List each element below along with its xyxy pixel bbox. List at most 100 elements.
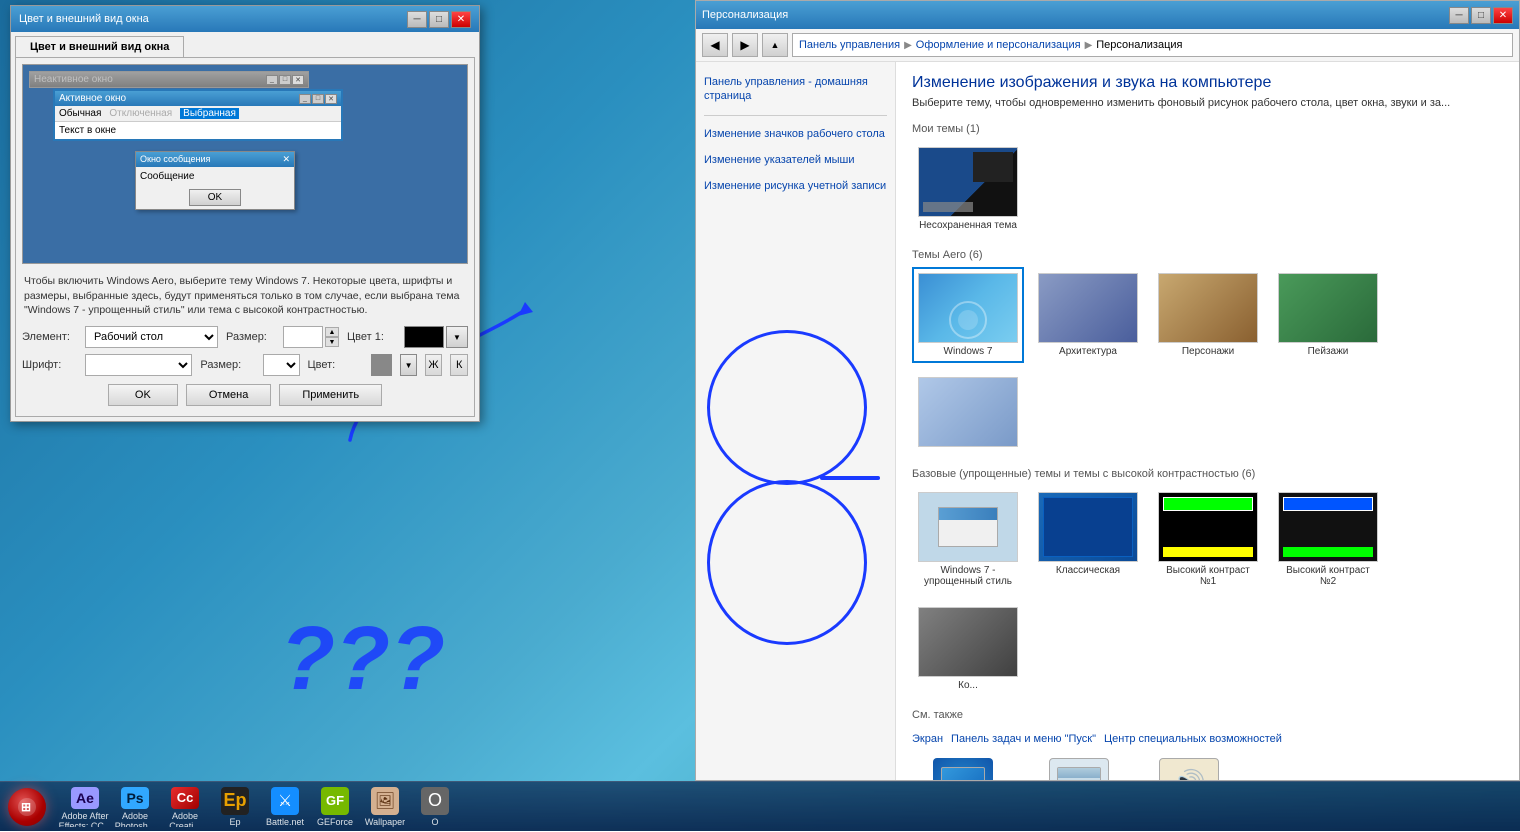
theme-thumb-arch [1038,273,1138,343]
taskbar-app-geforce[interactable]: GF GEForce [312,787,358,827]
theme-item-ko[interactable]: Ко... [912,601,1024,697]
see-also-section: См. также Экран Панель задач и меню "Пус… [912,709,1503,749]
sidebar-item-account[interactable]: Изменение рисунка учетной записи [704,176,887,196]
taskbar: ⊞ Ae Adobe AfterEffects: CC... Ps AdobeP… [0,781,1520,831]
mini-minimize: _ [266,75,278,85]
taskbar-app-ps[interactable]: Ps AdobePhotosh... [112,787,158,827]
preview-text: Текст в окне [55,122,341,139]
theme-item-arch[interactable]: Архитектура [1032,267,1144,363]
breadcrumb-sep2: ▶ [1085,40,1093,51]
spinbox-up[interactable]: ▲ [325,327,339,337]
taskbar-app-ae[interactable]: Ae Adobe AfterEffects: CC... [62,787,108,827]
taskbar-app-ep[interactable]: Ep Ep [212,787,258,827]
size-spinbox[interactable] [283,326,323,348]
also-screen[interactable]: Экран [912,729,943,749]
theme-thumb-unsaved [918,147,1018,217]
breadcrumb-personalization: Персонализация [1096,39,1182,51]
msgbox-close: ✕ [282,154,290,165]
msgbox-title: Окно сообщения ✕ [136,152,294,167]
spinbox-down[interactable]: ▼ [325,337,339,347]
cp-minimize-button[interactable]: ─ [1449,7,1469,24]
theme-item-landscapes[interactable]: Пейзажи [1272,267,1384,363]
question-marks-annotation: ??? [280,608,445,711]
up-button[interactable]: ▲ [762,33,788,57]
forward-button[interactable]: ▶ [732,33,758,57]
cc-icon: Cc [171,787,199,809]
taskbar-app-battlenet[interactable]: ⚔ Battle.net [262,787,308,827]
color1-dropdown[interactable]: ▼ [446,326,468,348]
bottom-item-bg[interactable]: Фон рабочего стола Harmony [912,758,1014,780]
dialog-tabs: Цвет и внешний вид окна [11,32,479,57]
color1-box[interactable] [404,326,444,348]
tab-color-appearance[interactable]: Цвет и внешний вид окна [15,36,184,57]
theme-label-classic: Классическая [1056,565,1120,576]
cp-titlebar[interactable]: Персонализация ─ □ ✕ [696,1,1519,29]
also-links: Экран Панель задач и меню "Пуск" Центр с… [912,729,1503,749]
menu-disabled: Отключенная [109,108,172,119]
theme-label-win7classic: Windows 7 - упрощенный стиль [918,565,1018,587]
theme-item-unsaved[interactable]: Несохраненная тема [912,141,1024,237]
also-accessibility[interactable]: Центр специальных возможностей [1104,729,1282,749]
also-taskbar[interactable]: Панель задач и меню "Пуск" [951,729,1096,749]
font-size-select[interactable] [263,354,299,376]
font-row: Шрифт: Размер: Цвет: ▼ Ж К [22,354,468,376]
theme-label-unsaved: Несохраненная тема [919,220,1017,231]
sidebar-item-mouse[interactable]: Изменение указателей мыши [704,150,887,170]
spinbox-arrows: ▲ ▼ [325,327,339,347]
start-orb[interactable]: ⊞ [8,788,46,826]
font-color-label: Цвет: [308,359,363,371]
cp-sidebar: Панель управления - домашняя страница Из… [696,62,896,780]
taskbar-app-other[interactable]: O O [412,787,458,827]
ps-icon: Ps [121,787,149,809]
theme-item-hc1[interactable]: Высокий контраст №1 [1152,486,1264,593]
back-button[interactable]: ◀ [702,33,728,57]
theme-item-win7[interactable]: Windows 7 [912,267,1024,363]
breadcrumb-home[interactable]: Панель управления [799,39,900,51]
msgbox-ok-button[interactable]: OK [189,189,241,206]
theme-item-win7classic[interactable]: Windows 7 - упрощенный стиль [912,486,1024,593]
apply-button[interactable]: Применить [279,384,382,406]
cp-maximize-button[interactable]: □ [1471,7,1491,24]
cp-main: Изменение изображения и звука на компьют… [896,62,1519,780]
theme-thumb-chars [1158,273,1258,343]
bold-button[interactable]: Ж [425,354,443,376]
color1-label: Цвет 1: [347,331,402,343]
theme-item-chars[interactable]: Персонажи [1152,267,1264,363]
minimize-button[interactable]: ─ [407,11,427,28]
battlenet-label: Battle.net [266,817,304,827]
theme-item-hc2[interactable]: Высокий контраст №2 [1272,486,1384,593]
bg-icon [933,758,993,780]
taskbar-app-wallpaper[interactable]: 🖼 Wallpaper [362,787,408,827]
theme-label-chars: Персонажи [1182,346,1234,357]
aero-themes-section: Темы Aero (6) [912,249,1503,456]
font-color-dropdown[interactable]: ▼ [400,354,416,376]
font-color-box[interactable] [371,354,393,376]
italic-button[interactable]: К [450,354,468,376]
theme-label-ko: Ко... [958,680,978,691]
sidebar-item-home[interactable]: Панель управления - домашняя страница [704,72,887,107]
dialog-titlebar[interactable]: Цвет и внешний вид окна ─ □ ✕ [11,6,479,32]
start-orb-icon: ⊞ [16,796,38,818]
element-select[interactable]: Рабочий стол [85,326,218,348]
start-button[interactable]: ⊞ [0,782,54,832]
ok-button[interactable]: OK [108,384,178,406]
element-row: Элемент: Рабочий стол Размер: ▲ ▼ Цвет 1… [22,326,468,348]
cp-close-button[interactable]: ✕ [1493,7,1513,24]
theme-thumb-more [918,377,1018,447]
geforce-icon: GF [321,787,349,815]
cancel-button[interactable]: Отмена [186,384,271,406]
close-button[interactable]: ✕ [451,11,471,28]
font-select[interactable] [85,354,192,376]
preview-msgbox: Окно сообщения ✕ Сообщение OK [135,151,295,210]
theme-thumb-win7 [918,273,1018,343]
bottom-item-color[interactable]: Цвет окна Небо [1034,758,1124,780]
taskbar-app-cc[interactable]: Cc AdobeCreati... [162,787,208,827]
breadcrumb-appearance[interactable]: Оформление и персонализация [916,39,1081,51]
sidebar-item-icons[interactable]: Изменение значков рабочего стола [704,124,887,144]
theme-item-classic[interactable]: Классическая [1032,486,1144,593]
dialog-title: Цвет и внешний вид окна [19,13,149,25]
bottom-item-sounds[interactable]: 🔊 Звуки По умолч... [1144,758,1234,780]
maximize-button[interactable]: □ [429,11,449,28]
theme-item-more[interactable] [912,371,1024,456]
wallpaper-icon: 🖼 [371,787,399,815]
